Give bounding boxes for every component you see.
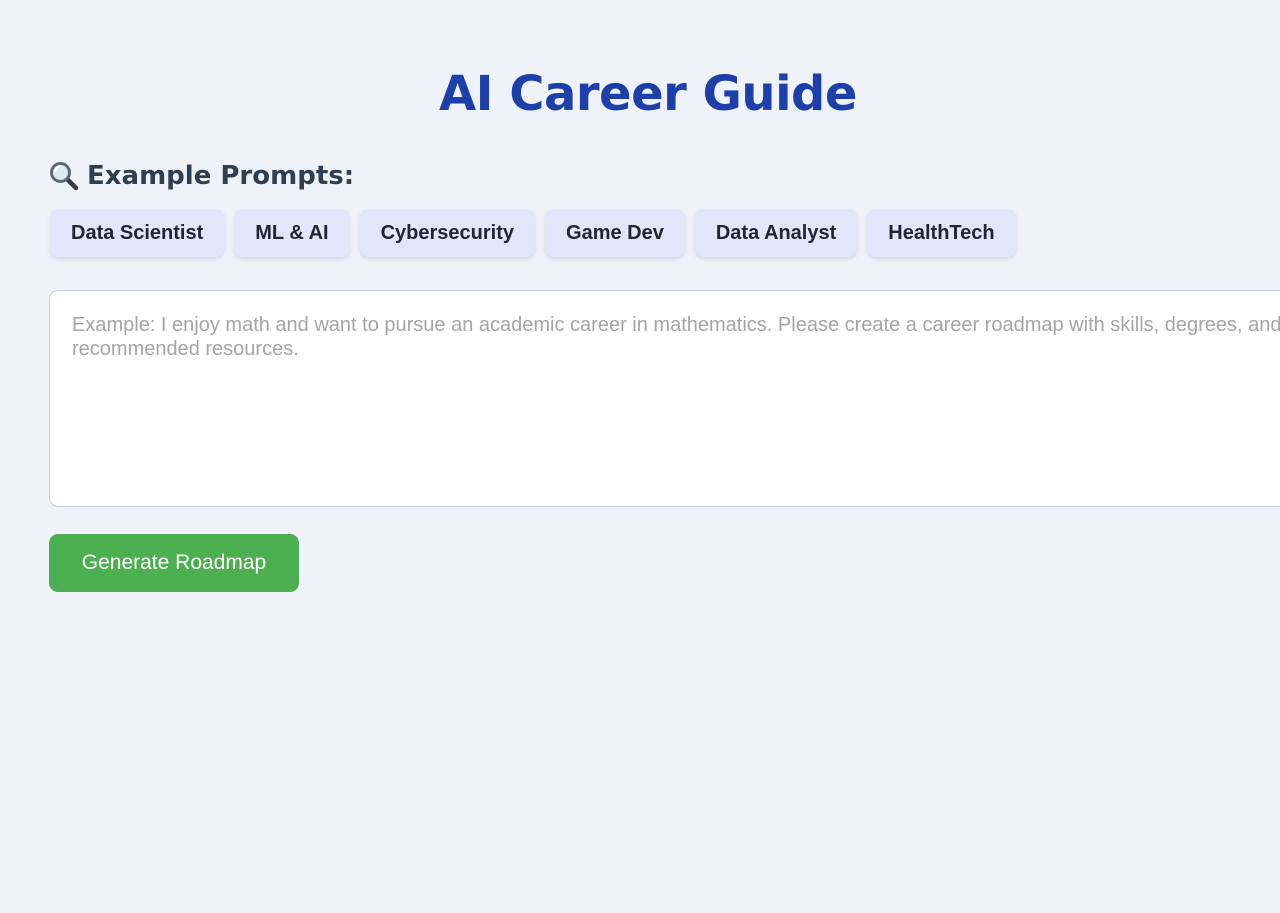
example-prompts-label: Example Prompts: — [87, 161, 355, 191]
page: AI Career Guide Example Prompts: Data Sc… — [0, 0, 1280, 913]
example-prompts-heading: Example Prompts: — [49, 156, 354, 196]
prompt-chip-data-scientist[interactable]: Data Scientist — [50, 209, 225, 257]
prompt-chip-ml-ai[interactable]: ML & AI — [234, 209, 350, 257]
career-prompt-input[interactable] — [49, 290, 1280, 507]
prompt-chip-data-analyst[interactable]: Data Analyst — [694, 209, 858, 257]
page-title: AI Career Guide — [439, 66, 857, 122]
magnifying-glass-icon — [49, 161, 79, 191]
prompt-chip-healthtech[interactable]: HealthTech — [867, 209, 1016, 257]
generate-roadmap-button[interactable]: Generate Roadmap — [49, 534, 299, 592]
prompt-chip-cybersecurity[interactable]: Cybersecurity — [359, 209, 536, 257]
prompt-chip-game-dev[interactable]: Game Dev — [545, 209, 685, 257]
example-prompt-list: Data Scientist ML & AI Cybersecurity Gam… — [50, 209, 1016, 257]
